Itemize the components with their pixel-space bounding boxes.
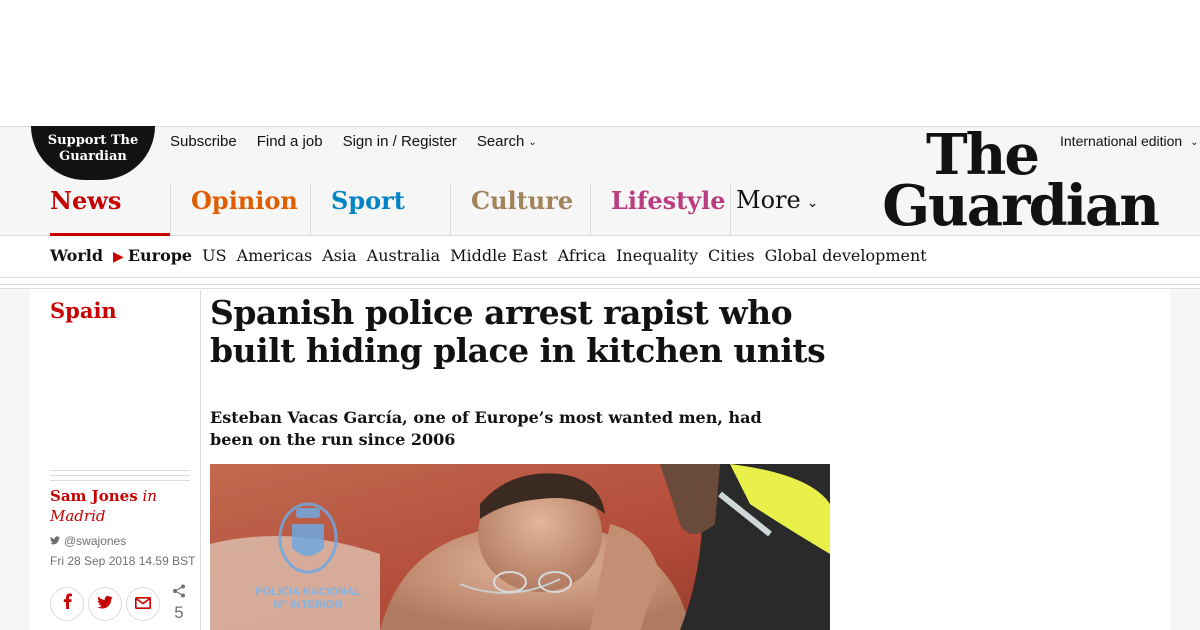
subnav-item-world[interactable]: World (50, 246, 103, 265)
support-badge-label: Support The Guardian (47, 133, 139, 164)
chevron-down-icon: ⌄ (806, 195, 819, 211)
twitter-share-button[interactable] (88, 586, 122, 621)
subnav-item-americas[interactable]: Americas (237, 246, 313, 265)
pillar-news[interactable]: News (30, 183, 170, 237)
article-meta: Spain Sam Jones in Madrid @swajones Fri … (30, 290, 201, 630)
photo-illustration: POLICIA NACIONAL Mº INTERIOR (210, 464, 830, 630)
pillar-lifestyle[interactable]: Lifestyle (590, 183, 730, 237)
subscribe-link[interactable]: Subscribe (170, 133, 237, 150)
twitter-icon (50, 536, 60, 548)
main-image: POLICIA NACIONAL Mº INTERIOR (210, 464, 830, 630)
share-icon (172, 584, 186, 603)
watermark-line-2: Mº INTERIOR (274, 599, 343, 611)
subnav-item-us[interactable]: US (202, 246, 226, 265)
twitter-handle-label: @swajones (64, 534, 127, 548)
find-job-link[interactable]: Find a job (257, 133, 323, 150)
subnav-item-africa[interactable]: Africa (558, 246, 606, 265)
ad-slot (0, 0, 1200, 126)
chevron-down-icon: ⌄ (1190, 137, 1199, 148)
article-standfirst: Esteban Vacas García, one of Europe’s mo… (210, 408, 762, 449)
watermark-line-1: POLICIA NACIONAL (255, 586, 361, 598)
facebook-share-button[interactable] (50, 586, 84, 621)
subnav-item-inequality[interactable]: Inequality (616, 246, 698, 265)
author-link[interactable]: Sam Jones (50, 487, 138, 505)
share-bar: 5 (50, 584, 186, 623)
pillar-culture[interactable]: Culture (450, 183, 590, 237)
chevron-down-icon: ⌄ (528, 137, 537, 148)
triangle-right-icon: ▶ (113, 249, 124, 265)
subnav-item-cities[interactable]: Cities (708, 246, 755, 265)
twitter-handle[interactable]: @swajones (50, 534, 126, 548)
pillar-sport[interactable]: Sport (310, 183, 450, 237)
logo-line-2: Guardian (882, 173, 1160, 239)
support-badge[interactable]: Support The Guardian (31, 126, 155, 180)
pillar-opinion[interactable]: Opinion (170, 183, 310, 237)
guardian-logo[interactable]: The Guardian (858, 127, 1160, 239)
subnav: World ▶ Europe US Americas Asia Australia… (0, 236, 1200, 278)
facebook-icon (63, 593, 72, 614)
twitter-icon (97, 594, 113, 614)
subnav-item-asia[interactable]: Asia (322, 246, 356, 265)
subnav-item-europe-label: Europe (127, 246, 193, 265)
email-icon (135, 594, 151, 614)
share-count-value: 5 (174, 603, 184, 622)
publish-date: Fri 28 Sep 2018 14.59 BST (50, 554, 196, 568)
more-label: More (736, 186, 801, 214)
subnav-item-middle-east[interactable]: Middle East (450, 246, 548, 265)
share-count: 5 (172, 584, 186, 623)
search-label: Search (476, 133, 525, 150)
subnav-item-europe[interactable]: ▶ Europe (113, 246, 192, 265)
byline: Sam Jones in Madrid (50, 486, 190, 526)
search-toggle[interactable]: Search ⌄ (477, 133, 537, 150)
article-headline: Spanish police arrest rapist who built h… (210, 293, 826, 370)
pillar-more[interactable]: More ⌄ (730, 183, 870, 237)
email-share-button[interactable] (126, 586, 160, 621)
section-label[interactable]: Spain (50, 298, 117, 323)
masthead: Support The Guardian Subscribe Find a jo… (0, 126, 1200, 239)
subnav-item-australia[interactable]: Australia (367, 246, 440, 265)
divider (0, 284, 1200, 289)
top-links: Subscribe Find a job Sign in / Register … (170, 133, 537, 150)
pillar-nav: News Opinion Sport Culture Lifestyle Mor… (30, 183, 870, 237)
sign-in-link[interactable]: Sign in / Register (343, 133, 457, 150)
subnav-item-global-development[interactable]: Global development (765, 246, 927, 265)
divider (50, 470, 190, 481)
